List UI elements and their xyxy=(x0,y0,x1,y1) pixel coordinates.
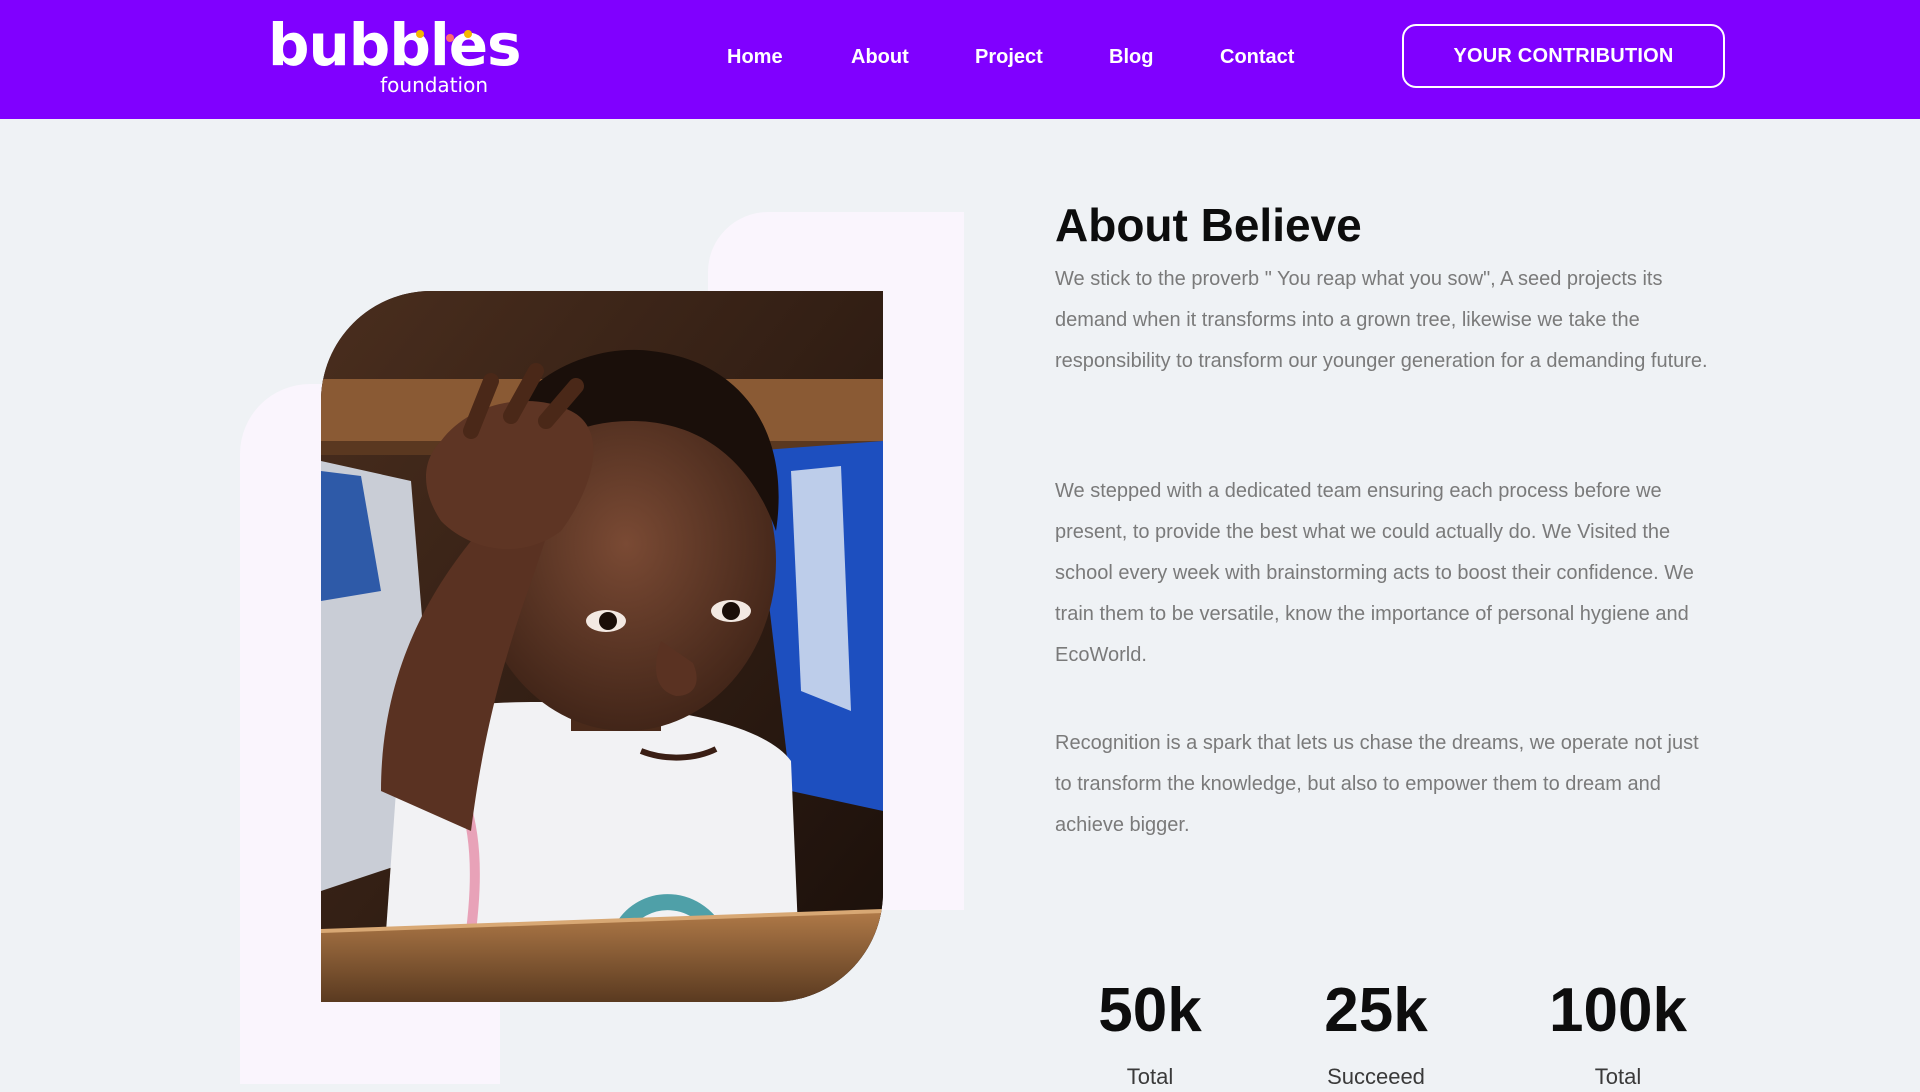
about-title: About Believe xyxy=(1055,198,1362,251)
stat-value-total-1: 50k xyxy=(1098,976,1202,1045)
about-paragraph-2: We stepped with a dedicated team ensurin… xyxy=(1055,480,1694,666)
child-photo xyxy=(321,291,883,1002)
nav-item-about[interactable]: About xyxy=(851,44,909,70)
stat-label-total-1: Total xyxy=(1126,1064,1174,1089)
brand-tagline: foundation xyxy=(380,73,488,97)
nav-item-blog[interactable]: Blog xyxy=(1109,44,1153,70)
nav-item-project[interactable]: Project xyxy=(975,44,1043,70)
logo-dot-red xyxy=(446,34,454,42)
nav-item-home[interactable]: Home xyxy=(727,44,783,70)
stat-label-total-2: Total xyxy=(1594,1064,1642,1089)
about-paragraph-1: We stick to the proverb " You reap what … xyxy=(1055,268,1708,372)
stat-label-succeeed: Succeeed xyxy=(1327,1064,1425,1089)
contribution-button[interactable]: YOUR CONTRIBUTION xyxy=(1402,24,1725,88)
site-header: bubbles foundation Home About Project Bl… xyxy=(0,0,1920,119)
brand-name: bubbles xyxy=(268,11,522,79)
logo-dot-yellow-2 xyxy=(464,30,472,38)
about-paragraph-3: Recognition is a spark that lets us chas… xyxy=(1055,732,1699,836)
stat-value-total-2: 100k xyxy=(1549,976,1687,1045)
stat-value-succeeed: 25k xyxy=(1324,976,1428,1045)
brand-logo[interactable]: bubbles foundation xyxy=(268,12,522,102)
logo-dot-yellow xyxy=(416,30,424,38)
nav-item-contact[interactable]: Contact xyxy=(1220,44,1294,70)
